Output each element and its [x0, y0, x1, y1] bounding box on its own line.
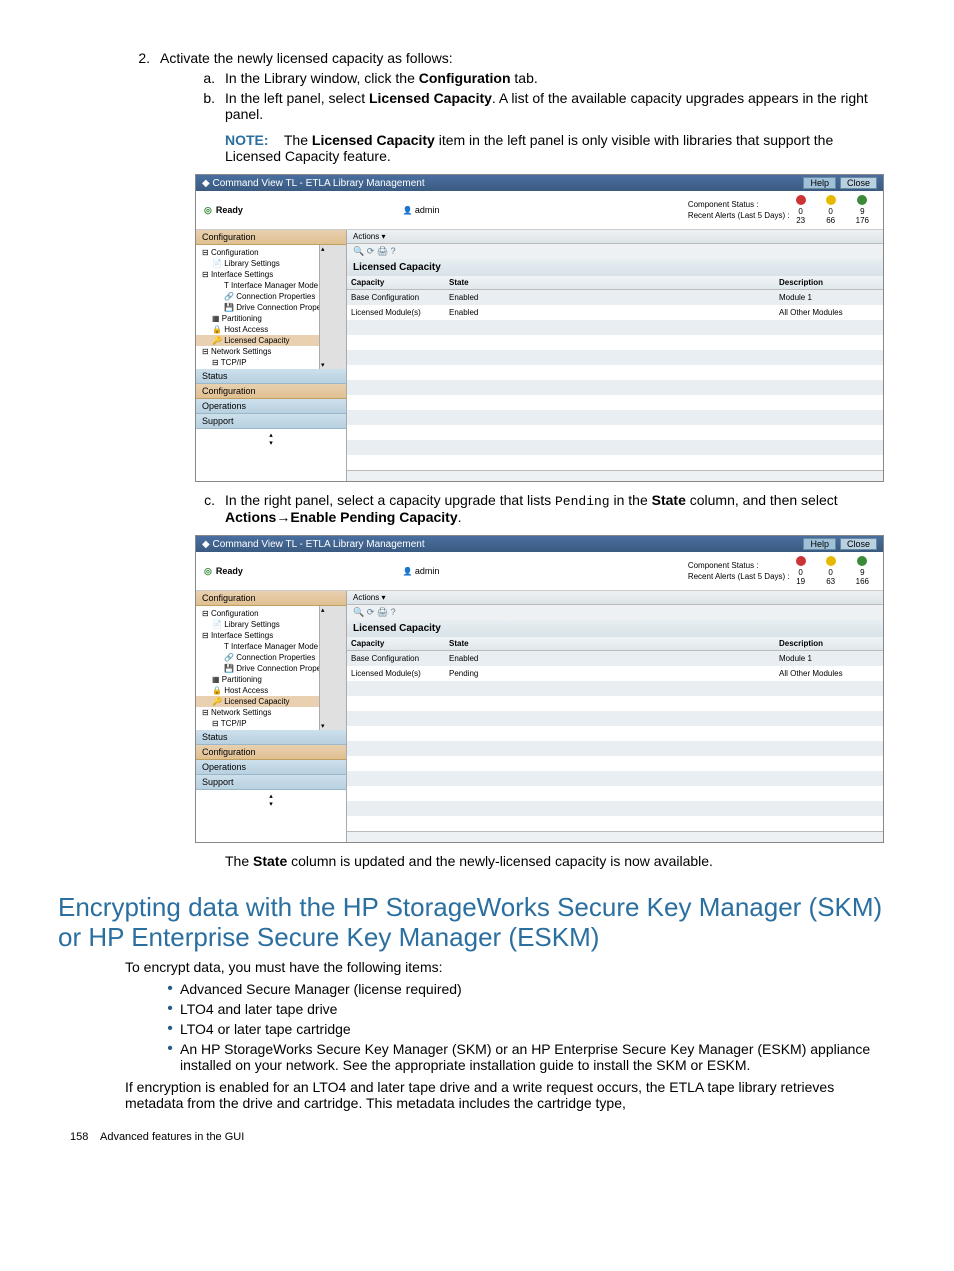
actions-menu[interactable]: Actions ▾: [347, 591, 883, 605]
screenshot-licensed-capacity-enabled: ◆ Command View TL - ETLA Library Managem…: [195, 174, 884, 482]
component-status: Component Status : Recent Alerts (Last 5…: [688, 560, 796, 582]
table-row: Licensed Module(s)EnabledAll Other Modul…: [347, 305, 883, 320]
screenshot-licensed-capacity-pending: ◆ Command View TL - ETLA Library Managem…: [195, 535, 884, 843]
tab-configuration-top[interactable]: Configuration: [196, 591, 346, 606]
tab-support[interactable]: Support: [196, 414, 346, 429]
nav-tree[interactable]: ⊟ Configuration 📄 Library Settings ⊟ Int…: [196, 606, 346, 730]
help-button[interactable]: Help: [803, 538, 836, 550]
panel-caption: Licensed Capacity: [347, 620, 883, 637]
step-text: Activate the newly licensed capacity as …: [160, 50, 884, 66]
alert-counters: 019 063 9166: [796, 556, 875, 586]
section-paragraph: If encryption is enabled for an LTO4 and…: [125, 1079, 884, 1111]
window-title: ◆ Command View TL - ETLA Library Managem…: [202, 539, 425, 550]
bullet-icon: •: [160, 981, 180, 997]
col-description: Description: [775, 276, 883, 290]
tree-scrollbar[interactable]: [319, 606, 346, 730]
page-number: 158: [70, 1131, 88, 1143]
col-state: State: [445, 276, 775, 290]
capacity-table[interactable]: Capacity State Description Base Configur…: [347, 276, 883, 470]
chapter-title: Advanced features in the GUI: [100, 1131, 244, 1143]
help-button[interactable]: Help: [803, 177, 836, 189]
section-heading: Encrypting data with the HP StorageWorks…: [58, 893, 884, 953]
bullet-item: • LTO4 or later tape cartridge: [160, 1021, 884, 1037]
tab-operations[interactable]: Operations: [196, 399, 346, 414]
step-number: 2.: [125, 50, 160, 66]
status-ready: Ready: [204, 205, 243, 216]
toolbar-icons[interactable]: 🔍 ⟳ 🖨 ?: [347, 244, 883, 259]
sub-text: In the left panel, select Licensed Capac…: [225, 90, 884, 122]
step-2: 2. Activate the newly licensed capacity …: [125, 50, 884, 66]
bullet-icon: •: [160, 1021, 180, 1037]
bullet-icon: •: [160, 1001, 180, 1017]
note-block: NOTE: The Licensed Capacity item in the …: [225, 132, 884, 164]
window-title: ◆ Command View TL - ETLA Library Managem…: [202, 178, 425, 189]
alert-counters: 023 066 9176: [796, 195, 875, 225]
close-button[interactable]: Close: [840, 177, 877, 189]
panel-resize[interactable]: ▴▾: [196, 790, 346, 810]
bullet-item: • Advanced Secure Manager (license requi…: [160, 981, 884, 997]
step-2-result: The State column is updated and the newl…: [225, 853, 884, 869]
tab-operations[interactable]: Operations: [196, 760, 346, 775]
left-panel: Configuration ⊟ Configuration 📄 Library …: [196, 591, 347, 842]
toolbar-icons[interactable]: 🔍 ⟳ 🖨 ?: [347, 605, 883, 620]
sub-letter: b.: [195, 90, 225, 122]
tab-status[interactable]: Status: [196, 369, 346, 384]
section-intro: To encrypt data, you must have the follo…: [125, 959, 884, 975]
close-button[interactable]: Close: [840, 538, 877, 550]
tree-scrollbar[interactable]: [319, 245, 346, 369]
bullet-item: • An HP StorageWorks Secure Key Manager …: [160, 1041, 884, 1073]
component-status: Component Status : Recent Alerts (Last 5…: [688, 199, 796, 221]
table-row: Base ConfigurationEnabledModule 1: [347, 290, 883, 306]
panel-resize[interactable]: ▴▾: [196, 429, 346, 449]
status-ready: Ready: [204, 566, 243, 577]
actions-menu[interactable]: Actions ▾: [347, 230, 883, 244]
sub-text: In the right panel, select a capacity up…: [225, 492, 884, 525]
user-label: admin: [403, 566, 439, 576]
tab-configuration[interactable]: Configuration: [196, 384, 346, 399]
step-2c: c. In the right panel, select a capacity…: [195, 492, 884, 525]
col-capacity: Capacity: [347, 276, 445, 290]
tab-configuration-top[interactable]: Configuration: [196, 230, 346, 245]
note-label: NOTE:: [225, 132, 269, 148]
nav-tree[interactable]: ⊟ Configuration 📄 Library Settings ⊟ Int…: [196, 245, 346, 369]
step-2b: b. In the left panel, select Licensed Ca…: [195, 90, 884, 122]
sub-letter: a.: [195, 70, 225, 86]
sub-letter: c.: [195, 492, 225, 525]
step-2a: a. In the Library window, click the Conf…: [195, 70, 884, 86]
left-panel: Configuration ⊟ Configuration 📄 Library …: [196, 230, 347, 481]
tab-status[interactable]: Status: [196, 730, 346, 745]
user-label: admin: [403, 205, 439, 215]
page-footer: 158 Advanced features in the GUI: [70, 1117, 884, 1143]
bullet-item: • LTO4 and later tape drive: [160, 1001, 884, 1017]
bullet-icon: •: [160, 1041, 180, 1073]
table-row: Base ConfigurationEnabledModule 1: [347, 651, 883, 667]
tab-configuration[interactable]: Configuration: [196, 745, 346, 760]
sub-text: In the Library window, click the Configu…: [225, 70, 884, 86]
table-row: Licensed Module(s)PendingAll Other Modul…: [347, 666, 883, 681]
capacity-table[interactable]: Capacity State Description Base Configur…: [347, 637, 883, 831]
tab-support[interactable]: Support: [196, 775, 346, 790]
panel-caption: Licensed Capacity: [347, 259, 883, 276]
